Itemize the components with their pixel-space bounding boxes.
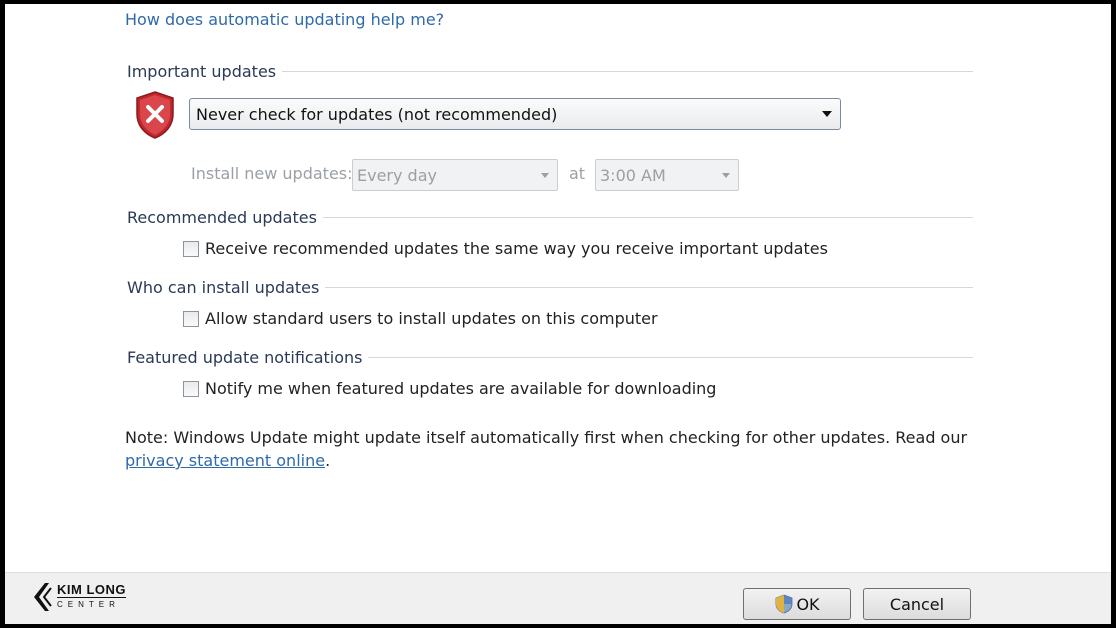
cancel-label: Cancel	[889, 594, 945, 614]
install-time-dropdown[interactable]: 3:00 AM	[595, 159, 739, 191]
logo-line2: CENTER	[57, 596, 126, 612]
recommended-updates-checkbox[interactable]	[183, 240, 199, 257]
install-day-dropdown[interactable]: Every day	[352, 159, 558, 191]
note-end: .	[325, 451, 331, 470]
logo-mark-icon	[34, 583, 52, 611]
cancel-button[interactable]: Cancel	[863, 588, 971, 620]
featured-notifications-title: Featured update notifications	[127, 348, 369, 367]
chevron-down-icon	[541, 173, 549, 178]
featured-updates-label: Notify me when featured updates are avai…	[205, 379, 717, 398]
note-body: Note: Windows Update might update itself…	[125, 428, 968, 447]
recommended-updates-label: Receive recommended updates the same way…	[205, 239, 828, 258]
standard-users-checkbox[interactable]	[183, 310, 199, 327]
chevron-down-icon	[722, 173, 730, 178]
privacy-statement-link[interactable]: privacy statement online	[125, 451, 325, 470]
featured-updates-row[interactable]: Notify me when featured updates are avai…	[183, 379, 716, 398]
chevron-down-icon	[822, 111, 832, 117]
shield-error-icon	[136, 91, 174, 139]
ok-label: OK	[796, 594, 820, 614]
logo-line1: KIM LONG	[57, 581, 126, 597]
who-can-install-title: Who can install updates	[127, 278, 326, 297]
featured-updates-checkbox[interactable]	[183, 380, 199, 397]
update-mode-dropdown[interactable]: Never check for updates (not recommended…	[189, 98, 841, 130]
ok-button[interactable]: OK	[743, 588, 851, 620]
uac-shield-icon	[776, 594, 793, 614]
standard-users-row[interactable]: Allow standard users to install updates …	[183, 309, 658, 328]
install-day-value: Every day	[357, 165, 437, 185]
recommended-updates-row[interactable]: Receive recommended updates the same way…	[183, 239, 828, 258]
at-label: at	[569, 164, 586, 183]
important-updates-title: Important updates	[127, 62, 283, 81]
install-new-updates-label: Install new updates:	[191, 164, 353, 183]
update-mode-value: Never check for updates (not recommended…	[196, 104, 558, 124]
note-text: Note: Windows Update might update itself…	[125, 426, 985, 472]
install-time-value: 3:00 AM	[600, 165, 666, 185]
kim-long-center-logo: KIM LONG CENTER	[31, 582, 126, 612]
recommended-updates-title: Recommended updates	[127, 208, 323, 227]
dialog-window: How does automatic updating help me? Imp…	[5, 4, 1111, 624]
help-link[interactable]: How does automatic updating help me?	[125, 10, 444, 29]
standard-users-label: Allow standard users to install updates …	[205, 309, 658, 328]
